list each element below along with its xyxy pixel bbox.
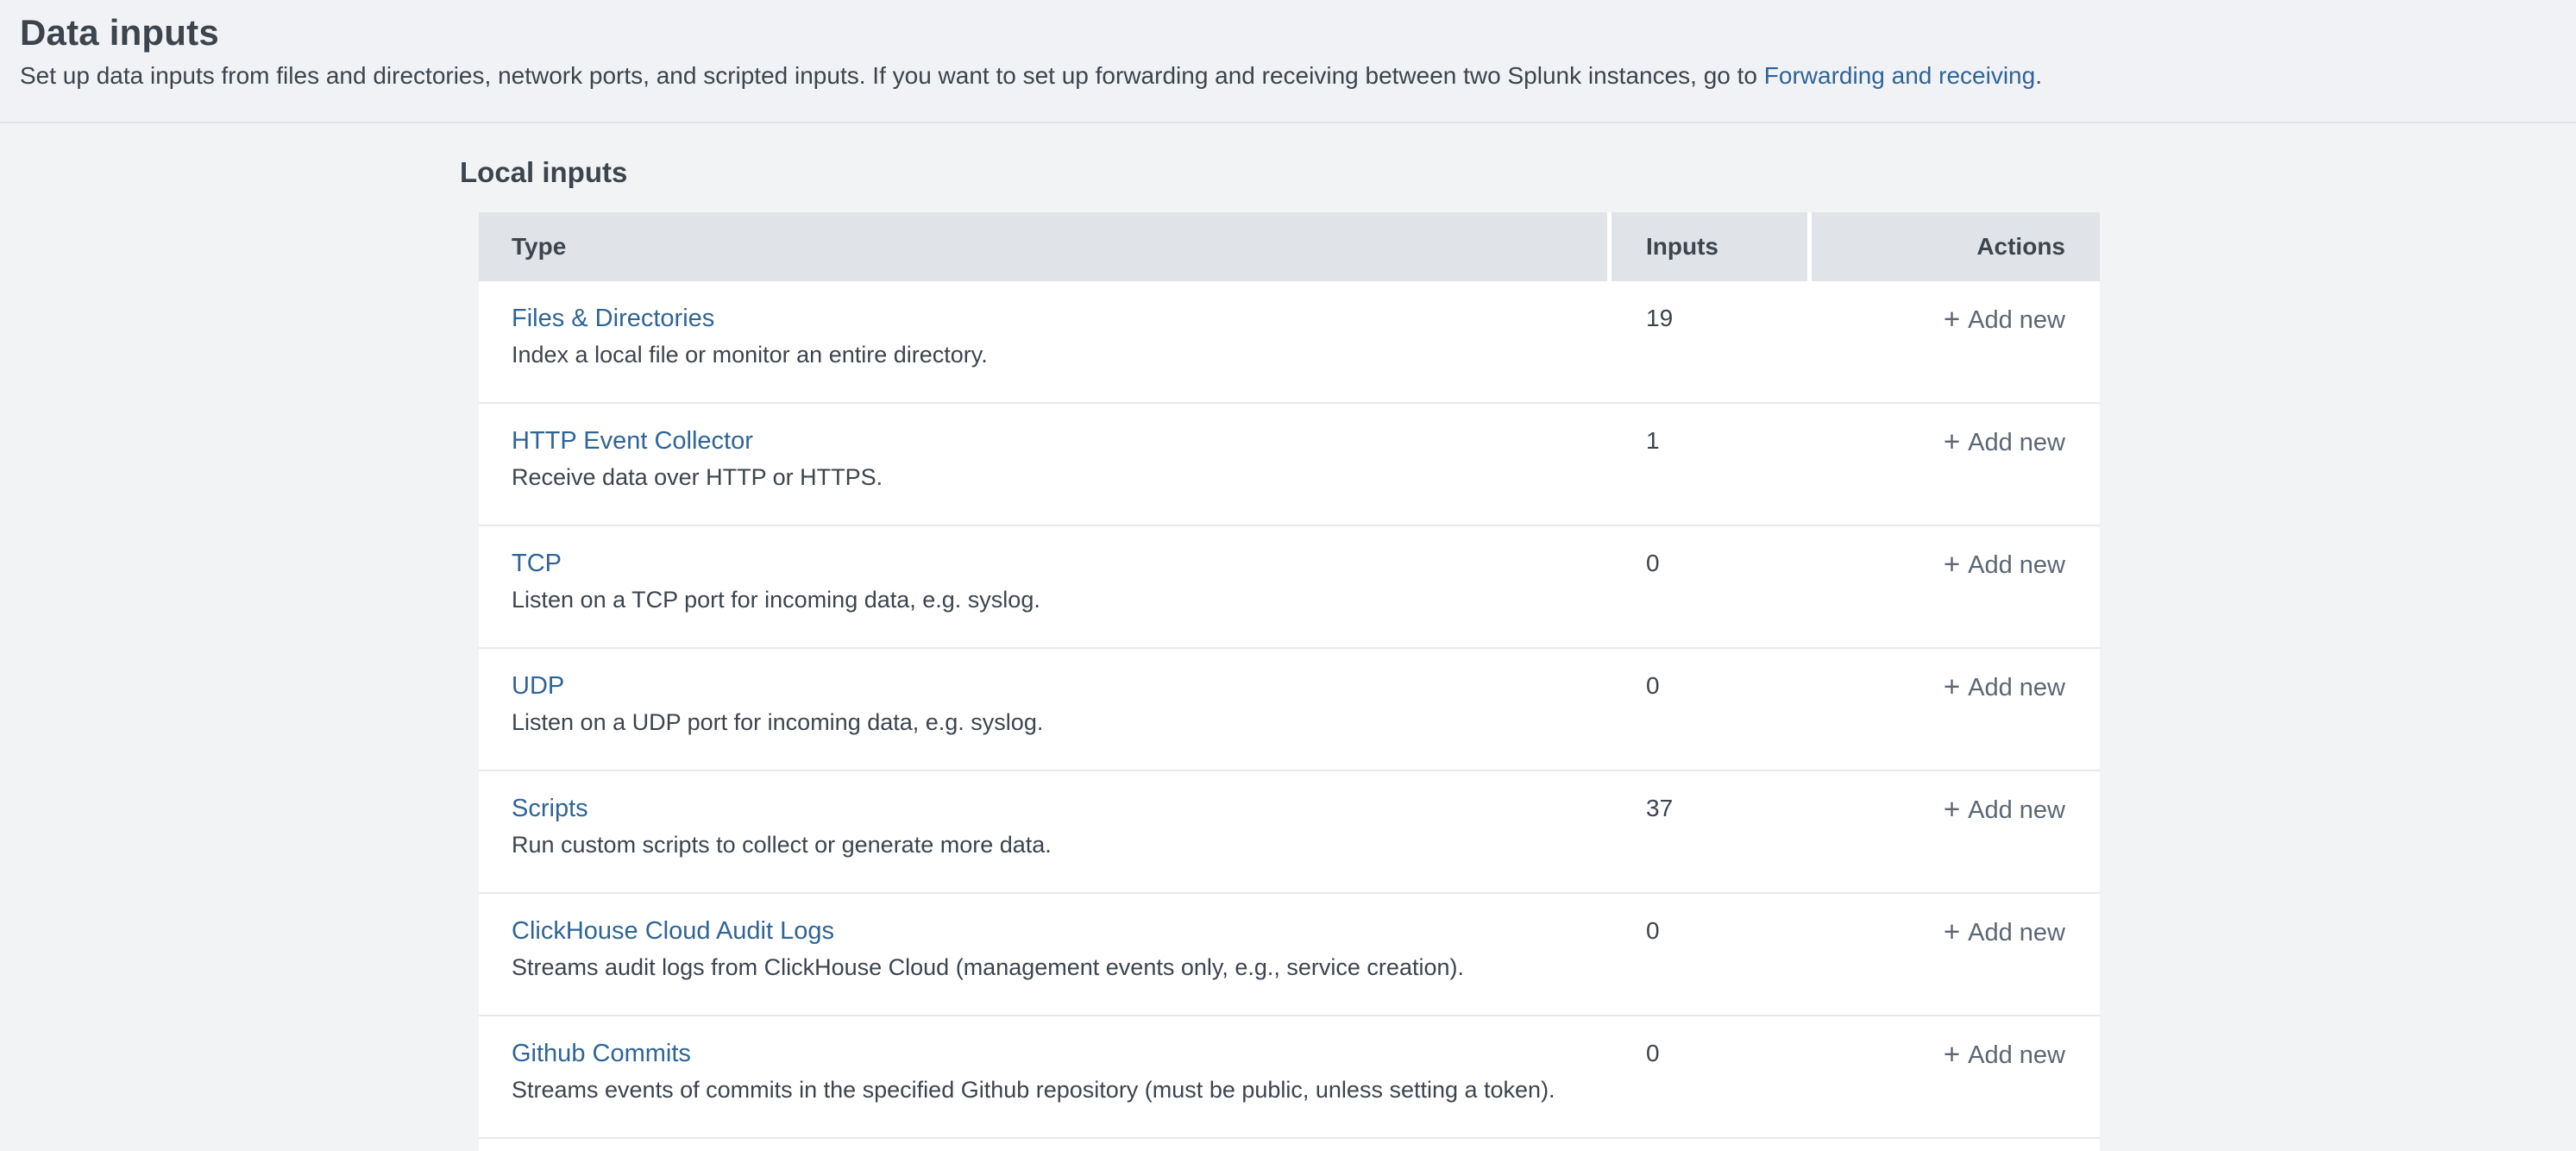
- input-type-description: Index a local file or monitor an entire …: [512, 338, 1590, 371]
- type-cell: ClickHouse Cloud Audit Logs Streams audi…: [479, 894, 1607, 1015]
- add-new-button[interactable]: +Add new: [1944, 792, 2065, 827]
- input-type-description: Streams events of commits in the specifi…: [512, 1073, 1590, 1106]
- type-cell: TCP Listen on a TCP port for incoming da…: [479, 526, 1607, 647]
- inputs-count: 0: [1612, 894, 1807, 1015]
- page-subtitle: Set up data inputs from files and direct…: [20, 60, 2576, 91]
- page-title: Data inputs: [20, 10, 2576, 55]
- input-type-description: Listen on a UDP port for incoming data, …: [512, 706, 1590, 739]
- add-new-button[interactable]: +Add new: [1944, 302, 2065, 336]
- add-new-button[interactable]: +Add new: [1944, 425, 2065, 459]
- actions-cell: +Add new: [1812, 771, 2100, 892]
- input-type-description: Run custom scripts to collect or generat…: [512, 828, 1590, 861]
- table-row-scripts: Scripts Run custom scripts to collect or…: [479, 771, 2100, 894]
- page-subtitle-suffix: .: [2035, 62, 2042, 89]
- input-type-link[interactable]: Scripts: [512, 792, 588, 825]
- add-new-button[interactable]: +Add new: [1944, 547, 2065, 582]
- plus-icon: +: [1944, 303, 1960, 336]
- input-type-description: Listen on a TCP port for incoming data, …: [512, 583, 1590, 616]
- actions-cell: +Add new: [1812, 281, 2100, 402]
- column-header-inputs: Inputs: [1612, 212, 1807, 281]
- inputs-count: 0: [1612, 526, 1807, 647]
- type-cell: UDP Listen on a UDP port for incoming da…: [479, 649, 1607, 770]
- plus-icon: +: [1944, 915, 1960, 948]
- plus-icon: +: [1944, 1038, 1960, 1071]
- inputs-count: 1: [1612, 404, 1807, 525]
- table-row-udp: UDP Listen on a UDP port for incoming da…: [479, 649, 2100, 771]
- add-new-label: Add new: [1968, 794, 2065, 827]
- inputs-count: 0: [1612, 1016, 1807, 1137]
- input-type-link[interactable]: TCP: [512, 547, 562, 580]
- page-header: Data inputs Set up data inputs from file…: [0, 0, 2576, 123]
- add-new-button[interactable]: +Add new: [1944, 670, 2065, 704]
- forwarding-and-receiving-link[interactable]: Forwarding and receiving: [1764, 62, 2035, 89]
- page-subtitle-text: Set up data inputs from files and direct…: [20, 62, 1764, 89]
- table-row-github-commits: Github Commits Streams events of commits…: [479, 1016, 2100, 1139]
- inputs-count: 0: [1612, 649, 1807, 770]
- inputs-count: 37: [1612, 771, 1807, 892]
- add-new-label: Add new: [1968, 916, 2065, 949]
- main-content: Local inputs Type Inputs Actions Files &…: [0, 123, 2576, 1151]
- add-new-label: Add new: [1968, 549, 2065, 582]
- actions-cell: +Add new: [1812, 526, 2100, 647]
- type-cell: Files & Directories Index a local file o…: [479, 281, 1607, 402]
- column-header-actions: Actions: [1812, 212, 2100, 281]
- add-new-label: Add new: [1968, 1039, 2065, 1072]
- plus-icon: +: [1944, 793, 1960, 826]
- plus-icon: +: [1944, 425, 1960, 458]
- add-new-label: Add new: [1968, 304, 2065, 336]
- type-cell: Scripts Run custom scripts to collect or…: [479, 771, 1607, 892]
- table-row-clickhouse-cloud-audit-logs: ClickHouse Cloud Audit Logs Streams audi…: [479, 894, 2100, 1016]
- input-type-link[interactable]: Github Commits: [512, 1037, 691, 1070]
- plus-icon: +: [1944, 670, 1960, 703]
- input-type-link[interactable]: UDP: [512, 670, 564, 702]
- plus-icon: +: [1944, 548, 1960, 581]
- table-row-tcp: TCP Listen on a TCP port for incoming da…: [479, 526, 2100, 649]
- actions-cell: +Add new: [1812, 1016, 2100, 1137]
- add-new-label: Add new: [1968, 671, 2065, 704]
- inputs-count: 19: [1612, 281, 1807, 402]
- add-new-label: Add new: [1968, 426, 2065, 459]
- table-row-http-event-collector: HTTP Event Collector Receive data over H…: [479, 404, 2100, 526]
- table-header-row: Type Inputs Actions: [479, 212, 2100, 281]
- input-type-description: Receive data over HTTP or HTTPS.: [512, 461, 1590, 494]
- table-row-files-directories: Files & Directories Index a local file o…: [479, 281, 2100, 404]
- actions-cell: +Add new: [1812, 404, 2100, 525]
- table-row-partial: [479, 1139, 2100, 1151]
- input-type-link[interactable]: ClickHouse Cloud Audit Logs: [512, 915, 834, 947]
- input-type-link[interactable]: HTTP Event Collector: [512, 425, 753, 457]
- type-cell: Github Commits Streams events of commits…: [479, 1016, 1607, 1137]
- add-new-button[interactable]: +Add new: [1944, 1037, 2065, 1072]
- type-cell: HTTP Event Collector Receive data over H…: [479, 404, 1607, 525]
- column-header-type: Type: [479, 212, 1607, 281]
- section-title-local-inputs: Local inputs: [460, 154, 2576, 191]
- local-inputs-table: Type Inputs Actions Files & Directories …: [479, 212, 2100, 1151]
- actions-cell: +Add new: [1812, 649, 2100, 770]
- input-type-description: Streams audit logs from ClickHouse Cloud…: [512, 951, 1590, 984]
- add-new-button[interactable]: +Add new: [1944, 915, 2065, 949]
- actions-cell: +Add new: [1812, 894, 2100, 1015]
- input-type-link[interactable]: Files & Directories: [512, 302, 714, 335]
